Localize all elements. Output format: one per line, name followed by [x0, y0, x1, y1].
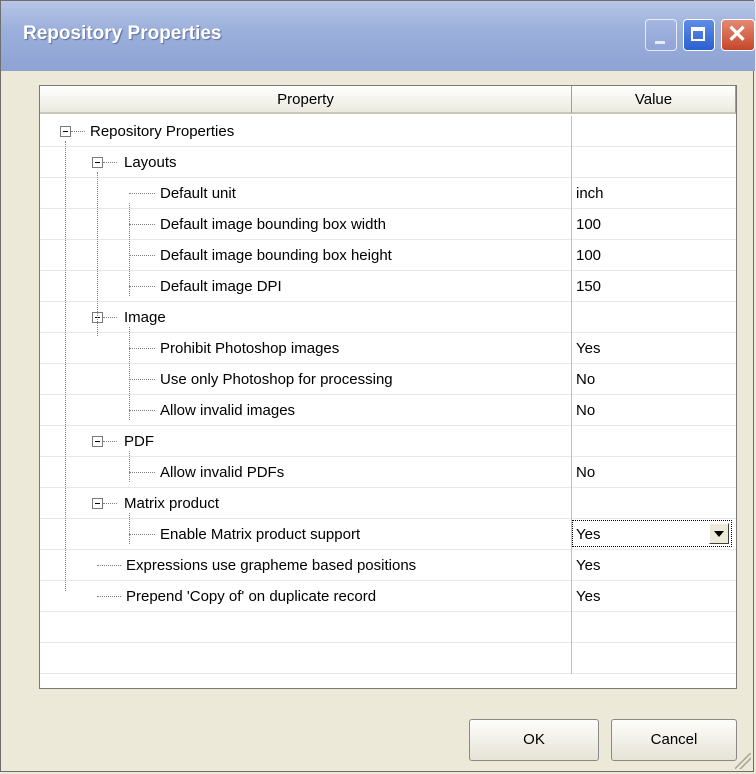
property-label: Repository Properties	[90, 123, 235, 140]
collapse-icon[interactable]	[60, 126, 71, 137]
window-title: Repository Properties	[23, 23, 222, 44]
table-row[interactable]: Repository Properties	[40, 116, 736, 147]
minimize-icon	[655, 41, 665, 44]
property-value[interactable]: No	[576, 371, 595, 388]
property-label: Prohibit Photoshop images	[160, 340, 340, 357]
table-row[interactable]: Default image bounding box height 100	[40, 240, 736, 271]
tree-connector	[65, 141, 66, 591]
property-value[interactable]: Yes	[576, 557, 600, 574]
tree-connector	[129, 203, 130, 296]
repository-properties-dialog: Repository Properties ✕ Property Value R…	[0, 0, 755, 772]
property-label: Default unit	[160, 185, 236, 202]
property-label: Image	[124, 309, 166, 326]
maximize-icon	[691, 27, 705, 41]
property-label: Prepend 'Copy of' on duplicate record	[126, 588, 377, 605]
property-label: Default image bounding box height	[160, 247, 392, 264]
close-button[interactable]: ✕	[721, 19, 755, 51]
property-label: Enable Matrix product support	[160, 526, 361, 543]
empty-row	[40, 643, 736, 674]
column-header-property[interactable]: Property	[40, 86, 572, 114]
table-row[interactable]: Allow invalid PDFs No	[40, 457, 736, 488]
table-row[interactable]: Prohibit Photoshop images Yes	[40, 333, 736, 364]
column-header-value[interactable]: Value	[572, 86, 736, 114]
collapse-icon[interactable]	[92, 436, 103, 447]
table-row[interactable]: Prepend 'Copy of' on duplicate record Ye…	[40, 581, 736, 612]
property-label: Matrix product	[124, 495, 220, 512]
property-label: Default image DPI	[160, 278, 282, 295]
table-row[interactable]: Image	[40, 302, 736, 333]
cancel-button[interactable]: Cancel	[611, 719, 737, 761]
collapse-icon[interactable]	[92, 498, 103, 509]
table-row[interactable]: Default unit inch	[40, 178, 736, 209]
tree-connector	[129, 451, 130, 482]
table-row[interactable]: Default image DPI 150	[40, 271, 736, 302]
property-label: Allow invalid PDFs	[160, 464, 285, 481]
table-row[interactable]: Use only Photoshop for processing No	[40, 364, 736, 395]
property-value[interactable]: No	[576, 402, 595, 419]
title-bar[interactable]: Repository Properties ✕	[1, 1, 755, 71]
minimize-button[interactable]	[645, 19, 677, 51]
property-label: Layouts	[124, 154, 177, 171]
property-label: PDF	[124, 433, 154, 450]
empty-row	[40, 612, 736, 643]
tree-connector	[129, 327, 130, 420]
property-value[interactable]: No	[576, 464, 595, 481]
tree-connector	[129, 513, 130, 544]
close-icon: ✕	[727, 21, 748, 48]
maximize-button[interactable]	[683, 19, 715, 51]
dropdown-arrow-icon[interactable]	[709, 523, 729, 544]
value-dropdown[interactable]: Yes	[572, 520, 732, 547]
collapse-icon[interactable]	[92, 157, 103, 168]
table-row[interactable]: Layouts	[40, 147, 736, 178]
dropdown-selected-value: Yes	[576, 526, 601, 543]
table-row[interactable]: Allow invalid images No	[40, 395, 736, 426]
property-value[interactable]: 150	[576, 278, 601, 295]
table-row[interactable]: Matrix product	[40, 488, 736, 519]
property-grid: Property Value Repository Properties Lay…	[39, 85, 737, 689]
property-value[interactable]: 100	[576, 216, 601, 233]
property-label: Allow invalid images	[160, 402, 296, 419]
property-value[interactable]: Yes	[576, 588, 600, 605]
table-row[interactable]: Enable Matrix product support Yes	[40, 519, 736, 550]
property-label: Default image bounding box width	[160, 216, 386, 233]
ok-button[interactable]: OK	[469, 719, 599, 761]
table-row[interactable]: Default image bounding box width 100	[40, 209, 736, 240]
table-row[interactable]: Expressions use grapheme based positions…	[40, 550, 736, 581]
property-value[interactable]: inch	[576, 185, 604, 202]
table-row[interactable]: PDF	[40, 426, 736, 457]
property-value[interactable]: Yes	[576, 340, 600, 357]
property-label: Expressions use grapheme based positions	[126, 557, 417, 574]
resize-grip-icon[interactable]	[735, 753, 751, 769]
property-value[interactable]: 100	[576, 247, 601, 264]
tree-connector	[97, 172, 98, 336]
property-label: Use only Photoshop for processing	[160, 371, 393, 388]
